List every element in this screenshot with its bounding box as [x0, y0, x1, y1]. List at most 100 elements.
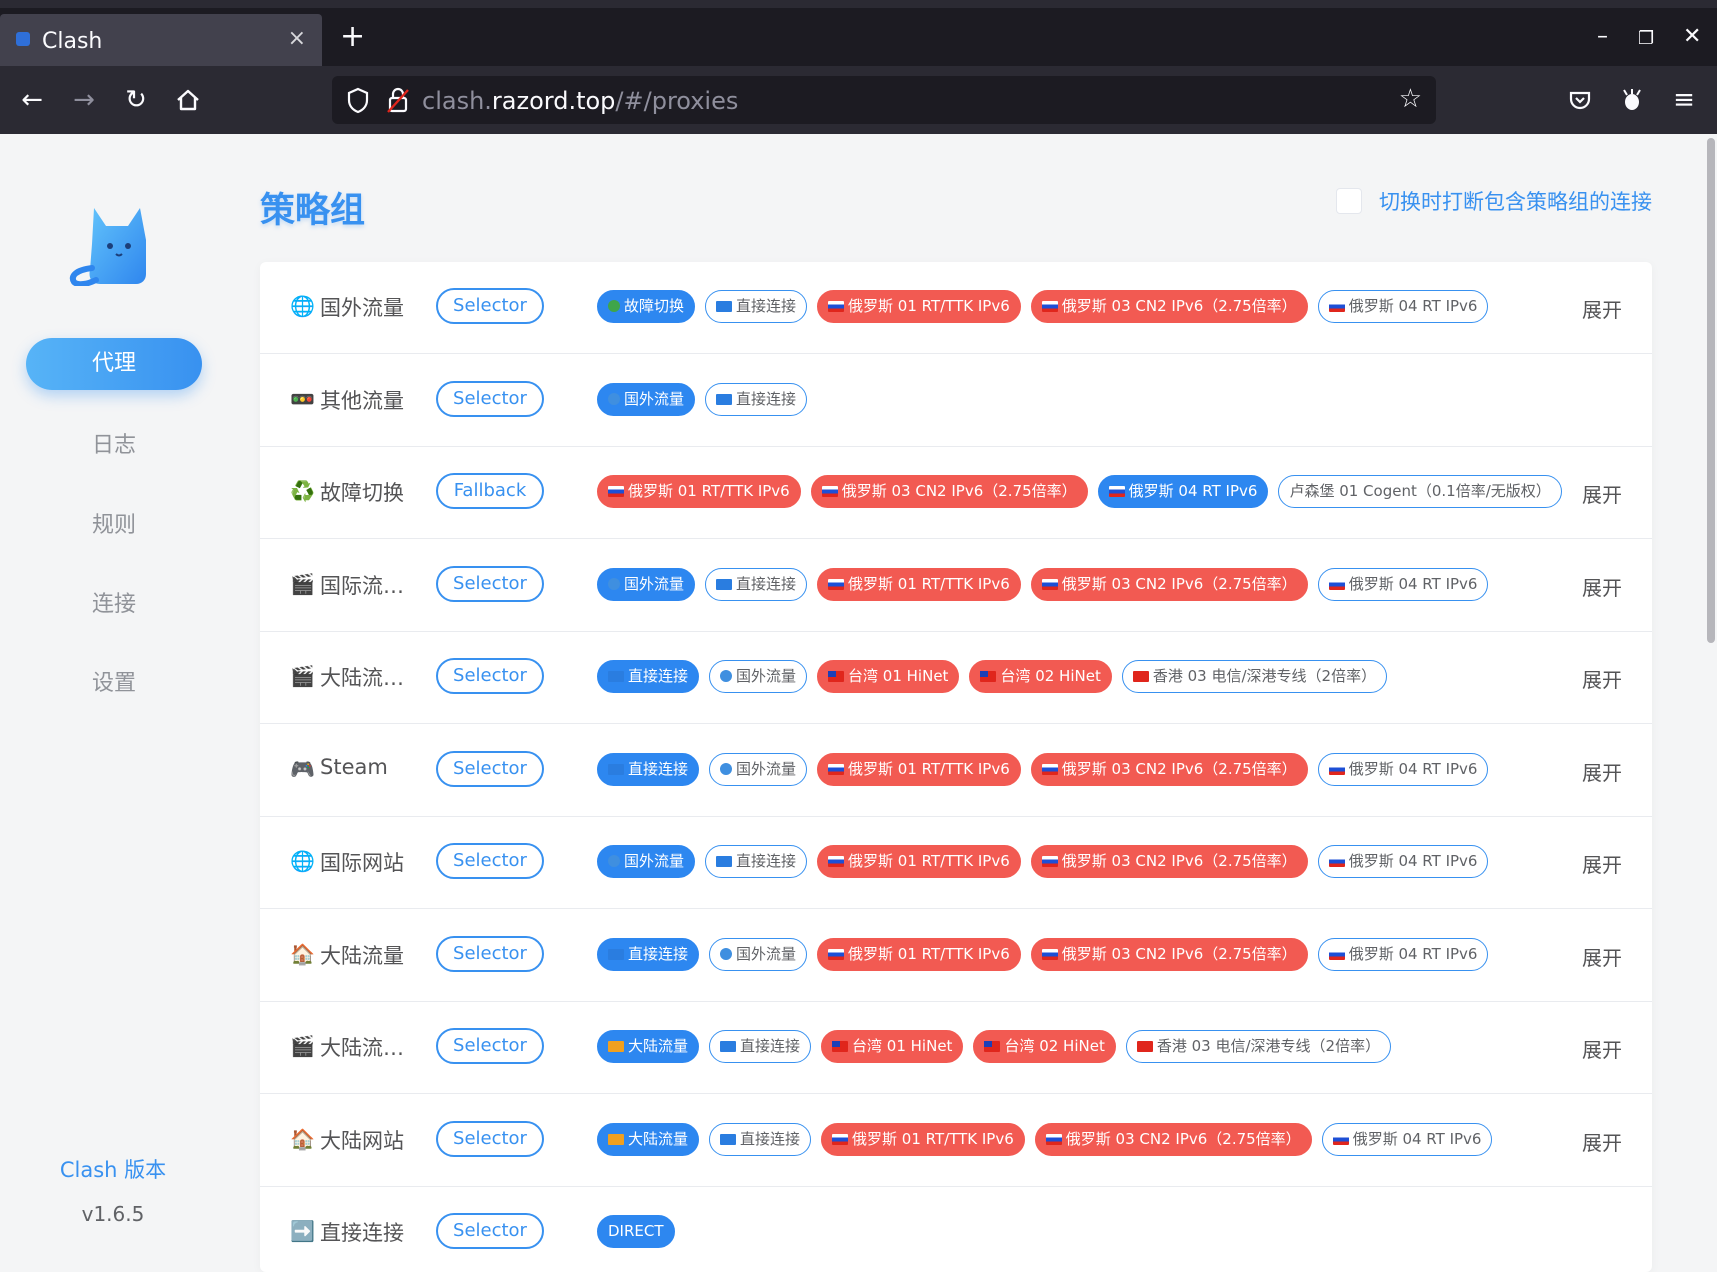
proxy-group-type-badge: Selector — [436, 750, 544, 787]
proxy-tag[interactable]: 台湾 01 HiNet — [817, 660, 960, 693]
reload-icon[interactable]: ↻ — [120, 84, 152, 116]
proxy-tag[interactable]: 直接连接 — [597, 937, 700, 971]
proxy-tag[interactable]: 俄罗斯 01 RT/TTK IPv6 — [597, 475, 801, 508]
proxy-tag[interactable]: 俄罗斯 04 RT IPv6 — [1317, 937, 1489, 971]
proxy-tag[interactable]: 俄罗斯 04 RT IPv6 — [1321, 1122, 1493, 1156]
proxy-tag[interactable]: 俄罗斯 01 RT/TTK IPv6 — [821, 1122, 1025, 1156]
proxy-tag[interactable]: 俄罗斯 03 CN2 IPv6（2.75倍率） — [1034, 1122, 1312, 1156]
proxy-tag-label: 大陆流量 — [628, 1037, 689, 1055]
tab-close-icon[interactable]: × — [288, 26, 306, 51]
sidebar-item-proxies[interactable]: 代理 — [26, 338, 202, 390]
sidebar-item-logs[interactable]: 日志 — [26, 420, 202, 472]
expand-button[interactable]: 展开 — [1582, 1034, 1622, 1063]
proxy-tag[interactable]: 国外流量 — [597, 382, 696, 416]
proxy-tag[interactable]: 俄罗斯 03 CN2 IPv6（2.75倍率） — [1030, 290, 1308, 323]
window-restore-button[interactable]: ❐ — [1638, 28, 1654, 49]
proxy-tag[interactable]: 直接连接 — [705, 567, 808, 601]
proxy-tag-label: 俄罗斯 03 CN2 IPv6（2.75倍率） — [1061, 574, 1297, 593]
proxy-tag-label: 香港 03 电信/深港专线（2倍率） — [1156, 1037, 1381, 1055]
proxy-tag[interactable]: 香港 03 电信/深港专线（2倍率） — [1125, 1030, 1392, 1063]
house-flag-icon — [608, 1133, 624, 1145]
globe-flag-icon — [608, 392, 620, 405]
arrow-flag-icon — [608, 763, 624, 775]
proxy-tag[interactable]: 直接连接 — [709, 1030, 812, 1063]
arrow-flag-icon — [716, 393, 733, 405]
hk-flag-icon — [1132, 671, 1149, 682]
proxy-tag[interactable]: 俄罗斯 01 RT/TTK IPv6 — [817, 567, 1021, 601]
proxy-tag[interactable]: 直接连接 — [705, 290, 808, 323]
expand-button[interactable]: 展开 — [1582, 757, 1622, 786]
proxy-tag[interactable]: 卢森堡 01 Cogent（0.1倍率/无版权） — [1278, 475, 1562, 508]
proxy-tag[interactable]: 俄罗斯 04 RT IPv6 — [1317, 290, 1489, 323]
sidebar-item-connections[interactable]: 连接 — [26, 579, 202, 631]
proxy-tag[interactable]: 俄罗斯 04 RT IPv6 — [1317, 567, 1489, 601]
new-tab-button[interactable]: + — [340, 22, 365, 52]
page-scrollbar[interactable] — [1707, 138, 1715, 643]
proxy-tag[interactable]: 俄罗斯 04 RT IPv6 — [1317, 752, 1489, 786]
proxy-tag[interactable]: 国外流量 — [709, 660, 808, 693]
proxy-tag[interactable]: 大陆流量 — [597, 1030, 700, 1063]
bookmark-star-icon[interactable]: ☆ — [1399, 84, 1422, 114]
proxy-tag[interactable]: 直接连接 — [705, 845, 808, 878]
proxy-tag[interactable]: DIRECT — [597, 1215, 675, 1248]
proxy-tag[interactable]: 香港 03 电信/深港专线（2倍率） — [1121, 660, 1388, 693]
proxy-tag[interactable]: 台湾 02 HiNet — [973, 1030, 1116, 1063]
proxy-tag[interactable]: 台湾 01 HiNet — [821, 1030, 964, 1063]
sidebar-item-settings[interactable]: 设置 — [26, 658, 202, 710]
proxy-tag[interactable]: 台湾 02 HiNet — [969, 660, 1112, 693]
forward-arrow-icon[interactable]: → — [68, 84, 100, 116]
expand-button[interactable]: 展开 — [1582, 664, 1622, 693]
window-minimize-button[interactable]: – — [1597, 24, 1608, 49]
window-close-button[interactable]: ✕ — [1683, 24, 1701, 49]
browser-tab-clash[interactable]: Clash × — [0, 14, 322, 66]
proxy-tag[interactable]: 国外流量 — [709, 752, 808, 786]
proxy-tag[interactable]: 故障切换 — [597, 290, 696, 323]
address-bar[interactable]: clash.razord.top/#/proxies ☆ — [332, 76, 1436, 124]
proxy-tag[interactable]: 俄罗斯 03 CN2 IPv6（2.75倍率） — [1030, 752, 1308, 786]
proxy-tag[interactable]: 俄罗斯 03 CN2 IPv6（2.75倍率） — [1030, 567, 1308, 601]
tracking-shield-icon[interactable] — [344, 84, 372, 116]
house-flag-icon — [608, 1041, 624, 1052]
proxy-group-name: 大陆流… — [320, 1036, 404, 1060]
expand-button[interactable]: 展开 — [1582, 479, 1622, 508]
ru-flag-icon — [832, 1133, 849, 1145]
proxy-tag[interactable]: 直接连接 — [705, 382, 808, 416]
back-arrow-icon[interactable]: ← — [16, 84, 48, 116]
proxy-tag[interactable]: 俄罗斯 01 RT/TTK IPv6 — [817, 845, 1021, 878]
proxy-tag[interactable]: 直接连接 — [597, 752, 700, 786]
proxy-group-row: 🏠 大陆网站 Selector 大陆流量 直接连接 俄罗斯 01 RT/TTK IPv6 俄… — [260, 1095, 1652, 1187]
url-text[interactable]: clash.razord.top/#/proxies — [422, 87, 738, 115]
break-connection-label[interactable]: 切换时打断包含策略组的连接 — [1379, 186, 1652, 216]
proxy-tag[interactable]: 俄罗斯 01 RT/TTK IPv6 — [817, 290, 1021, 323]
proxy-tag[interactable]: 俄罗斯 03 CN2 IPv6（2.75倍率） — [1030, 937, 1308, 971]
expand-button[interactable]: 展开 — [1582, 1127, 1622, 1156]
expand-button[interactable]: 展开 — [1582, 942, 1622, 971]
proxy-tag[interactable]: 大陆流量 — [597, 1122, 700, 1156]
proxy-tag-label: 卢森堡 01 Cogent（0.1倍率/无版权） — [1289, 482, 1551, 500]
proxy-tag[interactable]: 俄罗斯 03 CN2 IPv6（2.75倍率） — [1030, 845, 1308, 878]
expand-button[interactable]: 展开 — [1582, 572, 1622, 601]
proxy-tag-label: 直接连接 — [628, 759, 689, 778]
proxy-tag[interactable]: 国外流量 — [597, 567, 696, 601]
break-connection-checkbox[interactable] — [1336, 188, 1362, 214]
proxy-tag[interactable]: 俄罗斯 03 CN2 IPv6（2.75倍率） — [810, 475, 1088, 508]
proxy-tag[interactable]: 国外流量 — [709, 937, 808, 971]
proxy-group-row: 🏠 大陆流量 Selector 直接连接 国外流量 俄罗斯 01 RT/TTK IPv6 俄… — [260, 910, 1652, 1002]
pocket-icon[interactable] — [1564, 84, 1596, 116]
proxy-tag[interactable]: 直接连接 — [709, 1122, 812, 1156]
proxy-tag[interactable]: 俄罗斯 04 RT IPv6 — [1097, 475, 1269, 508]
globe-flag-icon — [608, 855, 620, 867]
proxy-tag[interactable]: 俄罗斯 04 RT IPv6 — [1317, 845, 1489, 878]
proxy-tag[interactable]: 国外流量 — [597, 845, 696, 878]
expand-button[interactable]: 展开 — [1582, 849, 1622, 878]
main-content: 策略组 切换时打断包含策略组的连接 🌐 国外流量 Selector 故障切换 直接连接俄… — [260, 134, 1652, 1272]
proxy-tag[interactable]: 俄罗斯 01 RT/TTK IPv6 — [817, 937, 1021, 971]
extension-icon[interactable] — [1616, 84, 1648, 116]
expand-button[interactable]: 展开 — [1582, 294, 1622, 323]
sidebar-item-rules[interactable]: 规则 — [26, 500, 202, 552]
home-icon[interactable] — [172, 84, 204, 116]
insecure-lock-icon[interactable] — [384, 84, 412, 116]
hamburger-menu-icon[interactable]: ≡ — [1668, 84, 1700, 116]
proxy-tag[interactable]: 直接连接 — [597, 660, 700, 693]
proxy-tag[interactable]: 俄罗斯 01 RT/TTK IPv6 — [817, 752, 1021, 786]
